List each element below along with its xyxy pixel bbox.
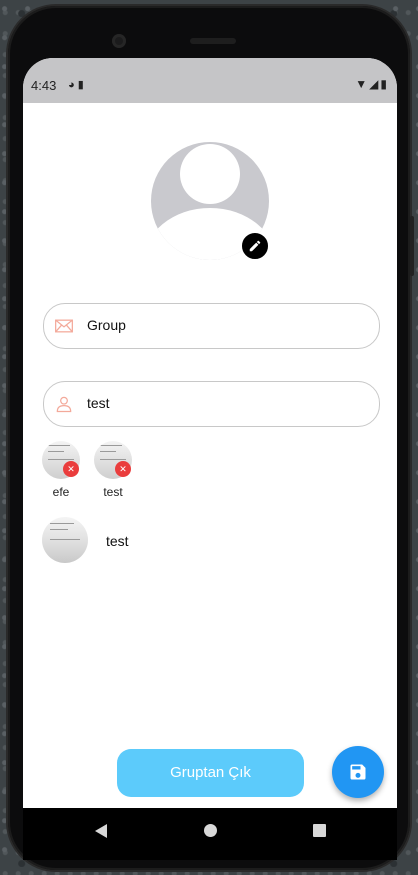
member-search-field[interactable]: test bbox=[43, 381, 380, 427]
app-screen: 4:43 ◕ ▮ ▼◢▮ Group test efe ✕ test ✕ tes… bbox=[23, 58, 397, 860]
edit-avatar-button[interactable] bbox=[240, 231, 270, 261]
status-time: 4:43 bbox=[31, 78, 57, 93]
front-camera bbox=[112, 34, 126, 48]
pencil-icon bbox=[249, 240, 261, 252]
close-icon: ✕ bbox=[67, 464, 75, 474]
status-bar: 4:43 ◕ ▮ ▼◢▮ bbox=[23, 58, 397, 103]
remove-member-button[interactable]: ✕ bbox=[63, 461, 79, 477]
save-button[interactable] bbox=[332, 746, 384, 798]
phone-frame: 4:43 ◕ ▮ ▼◢▮ Group test efe ✕ test ✕ tes… bbox=[8, 6, 414, 870]
leave-group-button[interactable]: Gruptan Çık bbox=[117, 749, 304, 797]
member-name: test bbox=[103, 485, 123, 499]
group-name-value[interactable]: Group bbox=[87, 317, 126, 333]
group-name-field[interactable]: Group bbox=[43, 303, 380, 349]
mail-icon bbox=[55, 319, 73, 333]
search-result-avatar[interactable] bbox=[42, 517, 88, 563]
notification-icons: ◕ ▮ bbox=[68, 78, 84, 91]
close-icon: ✕ bbox=[119, 464, 127, 474]
person-placeholder-icon bbox=[180, 144, 240, 204]
earpiece-speaker bbox=[190, 38, 236, 44]
system-icons: ▼◢▮ bbox=[355, 77, 389, 91]
power-button bbox=[410, 216, 414, 276]
remove-member-button[interactable]: ✕ bbox=[115, 461, 131, 477]
search-result-name[interactable]: test bbox=[106, 533, 129, 549]
member-name: efe bbox=[52, 485, 70, 499]
person-outline-icon bbox=[56, 396, 72, 413]
back-icon[interactable] bbox=[95, 824, 107, 838]
member-search-value[interactable]: test bbox=[87, 395, 110, 411]
save-icon bbox=[350, 764, 366, 780]
system-nav-bar bbox=[23, 808, 397, 860]
recent-apps-icon[interactable] bbox=[313, 824, 326, 837]
app-notification-icon: ◕ bbox=[68, 79, 75, 91]
sd-card-icon: ▮ bbox=[77, 79, 84, 91]
home-icon[interactable] bbox=[204, 824, 217, 837]
wifi-icon: ▼ bbox=[355, 77, 370, 91]
signal-icon: ◢ bbox=[369, 77, 381, 91]
battery-icon: ▮ bbox=[380, 77, 389, 91]
